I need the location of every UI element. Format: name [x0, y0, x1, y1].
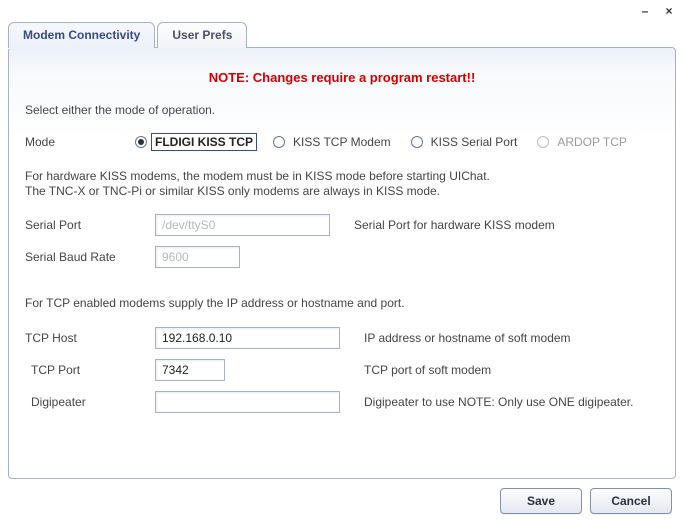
tcp-host-label: TCP Host — [25, 331, 155, 345]
close-icon[interactable]: × — [662, 4, 676, 18]
tab-strip: Modem Connectivity User Prefs — [0, 22, 684, 48]
radio-dot-icon — [537, 136, 549, 148]
radio-dot-icon — [273, 136, 285, 148]
tcp-port-input[interactable] — [155, 359, 225, 381]
dialog-window: – × Modem Connectivity User Prefs NOTE: … — [0, 0, 684, 520]
radio-label: ARDOP TCP — [553, 133, 631, 151]
tab-modem-connectivity[interactable]: Modem Connectivity — [8, 22, 155, 48]
cancel-button[interactable]: Cancel — [590, 488, 672, 514]
tcp-host-input[interactable] — [155, 327, 340, 349]
radio-label: KISS Serial Port — [427, 133, 522, 151]
tcp-port-hint: TCP port of soft modem — [364, 363, 491, 377]
tcp-port-label: TCP Port — [25, 363, 155, 377]
serial-port-label: Serial Port — [25, 218, 155, 232]
hardware-info-line1: For hardware KISS modems, the modem must… — [25, 169, 659, 183]
restart-note: NOTE: Changes require a program restart!… — [25, 70, 659, 85]
radio-kiss-serial-port[interactable]: KISS Serial Port — [411, 133, 522, 151]
radio-dot-icon — [411, 136, 423, 148]
tcp-host-hint: IP address or hostname of soft modem — [364, 331, 571, 345]
radio-dot-icon — [135, 136, 147, 148]
hardware-info: For hardware KISS modems, the modem must… — [25, 169, 659, 198]
radio-label: FLDIGI KISS TCP — [151, 133, 257, 151]
modem-connectivity-panel: NOTE: Changes require a program restart!… — [8, 47, 676, 479]
digipeater-input[interactable] — [155, 391, 340, 413]
radio-kiss-tcp-modem[interactable]: KISS TCP Modem — [273, 133, 395, 151]
radio-fldigi-kiss-tcp[interactable]: FLDIGI KISS TCP — [135, 133, 257, 151]
serial-port-input[interactable] — [155, 214, 330, 236]
digipeater-hint: Digipeater to use NOTE: Only use ONE dig… — [364, 395, 633, 409]
radio-ardop-tcp: ARDOP TCP — [537, 133, 631, 151]
select-mode-text: Select either the mode of operation. — [25, 103, 659, 117]
serial-port-hint: Serial Port for hardware KISS modem — [354, 218, 555, 232]
tcp-info: For TCP enabled modems supply the IP add… — [25, 296, 659, 310]
radio-label: KISS TCP Modem — [289, 133, 395, 151]
mode-radio-group: FLDIGI KISS TCP KISS TCP Modem KISS Seri… — [135, 133, 631, 151]
serial-baud-input[interactable] — [155, 246, 240, 268]
save-button[interactable]: Save — [500, 488, 582, 514]
digipeater-label: Digipeater — [25, 395, 155, 409]
dialog-footer: Save Cancel — [0, 488, 684, 514]
serial-baud-label: Serial Baud Rate — [25, 250, 155, 264]
hardware-info-line2: The TNC-X or TNC-Pi or similar KISS only… — [25, 184, 659, 198]
mode-label: Mode — [25, 135, 135, 149]
minimize-icon[interactable]: – — [638, 4, 652, 18]
tab-user-prefs[interactable]: User Prefs — [157, 22, 247, 48]
titlebar: – × — [0, 0, 684, 22]
